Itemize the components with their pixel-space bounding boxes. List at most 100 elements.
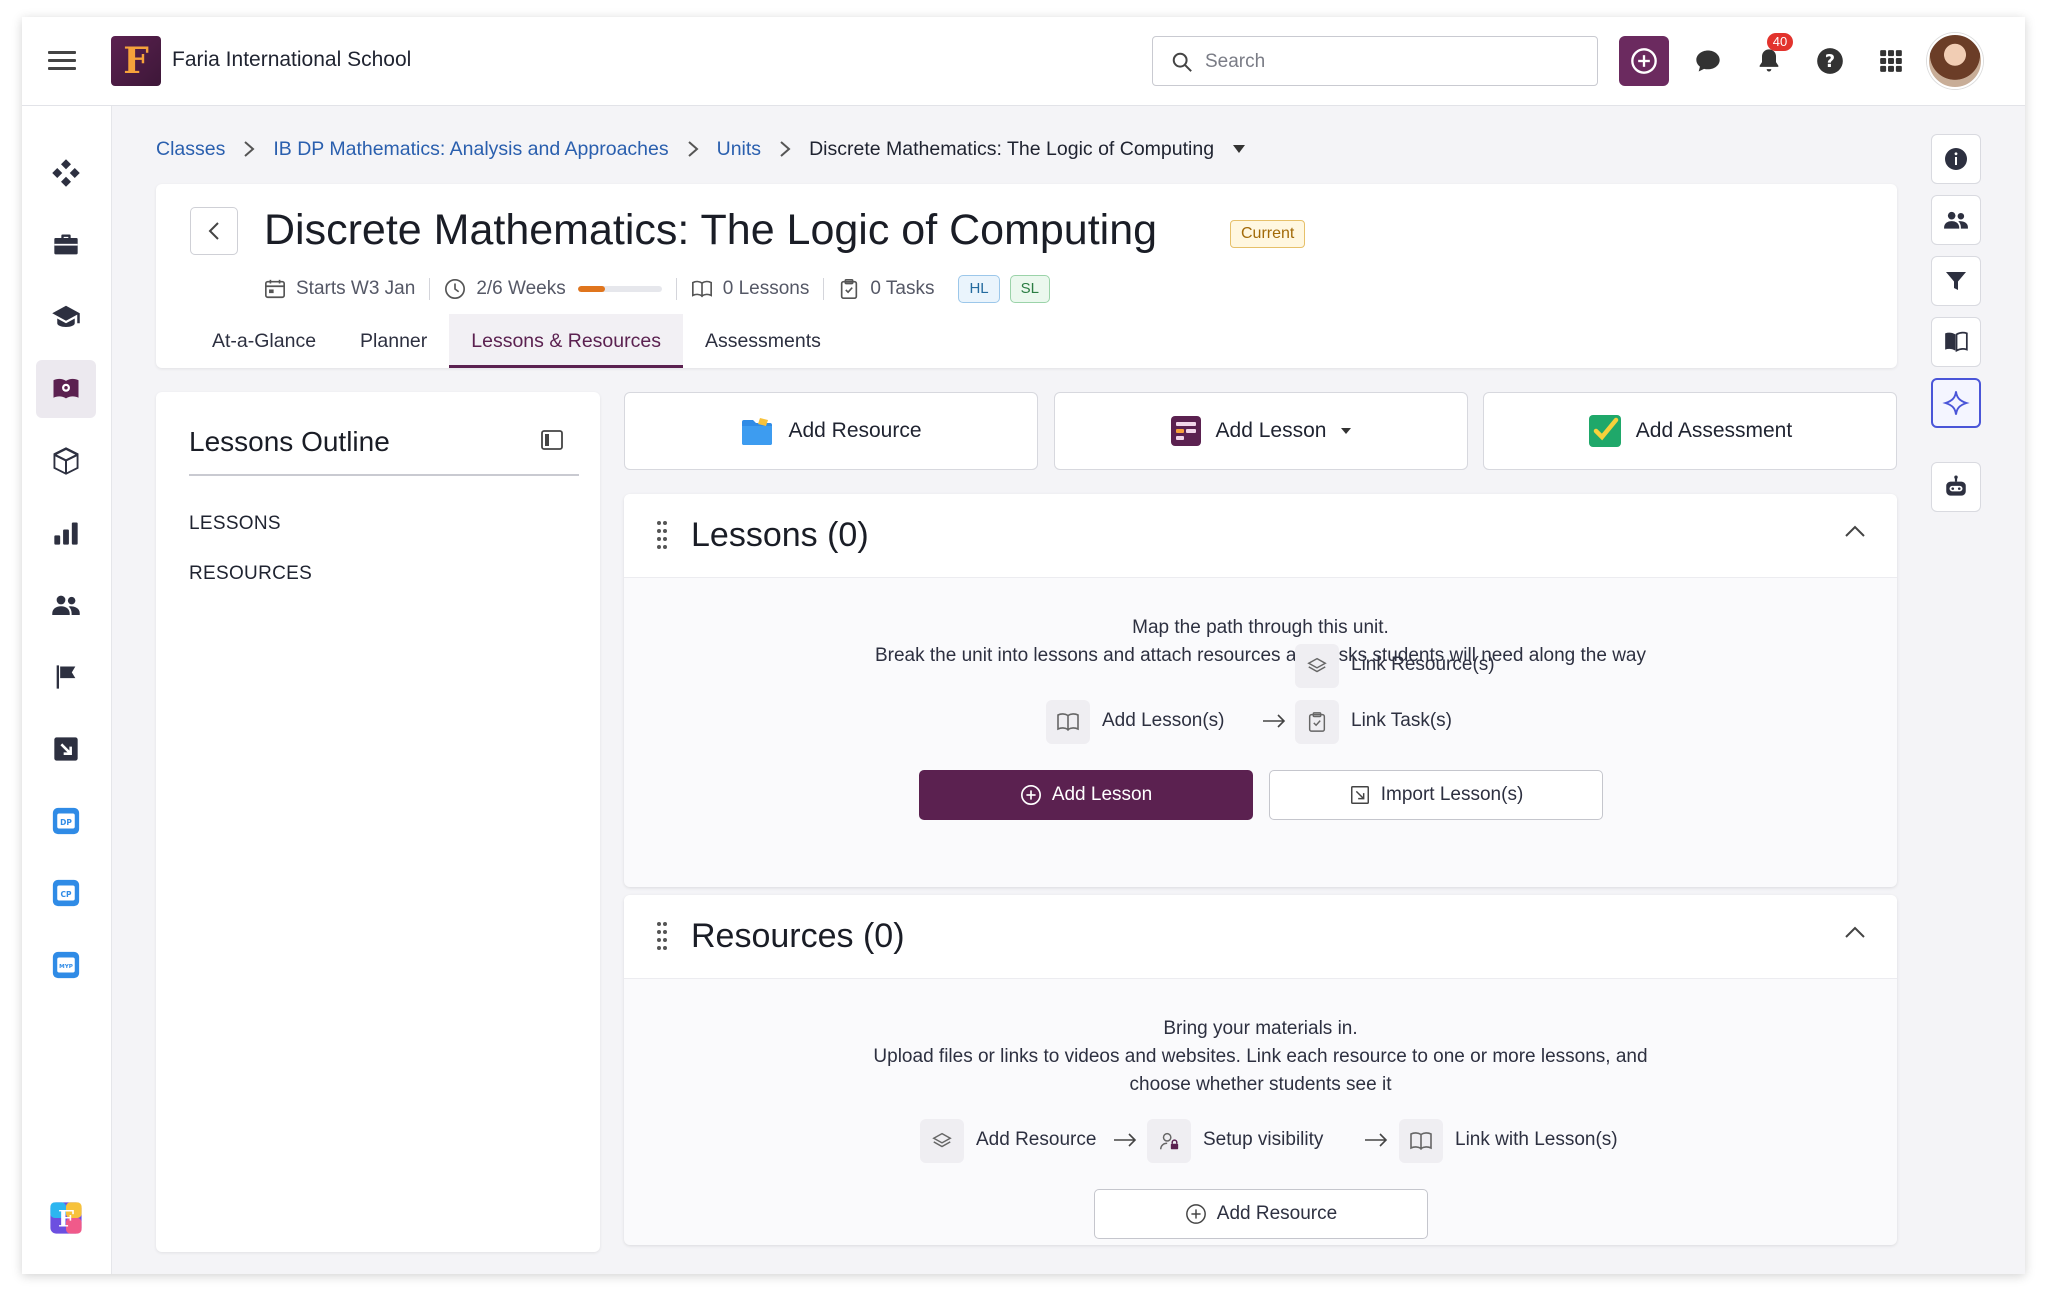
resources-description-line1: Bring your materials in. xyxy=(1163,1018,1358,1039)
caret-down-icon xyxy=(1341,428,1352,434)
book-open-icon xyxy=(1399,1119,1443,1163)
resources-description-line3: choose whether students see it xyxy=(1129,1074,1392,1095)
sidebar-item-faria-apps[interactable]: F xyxy=(36,1189,96,1247)
menu-icon[interactable] xyxy=(48,47,76,75)
sidebar-item-goals[interactable] xyxy=(36,648,96,706)
unit-meta: Starts W3 Jan 2/6 Weeks 0 Lessons 0 Task… xyxy=(264,274,1050,304)
add-circle-icon xyxy=(1631,48,1657,74)
outline-link-resources[interactable]: RESOURCES xyxy=(189,563,312,585)
sidebar-item-people[interactable] xyxy=(36,576,96,634)
collapse-resources-button[interactable] xyxy=(1844,925,1866,944)
lessons-description-line1: Map the path through this unit. xyxy=(1132,617,1389,638)
lessons-description-line2: Break the unit into lessons and attach r… xyxy=(874,645,1646,666)
sidebar-item-curriculum[interactable] xyxy=(36,360,96,418)
add-resource-button[interactable]: Add Resource xyxy=(624,392,1038,470)
resources-section-header: Resources (0) xyxy=(624,895,1897,979)
add-lesson-button[interactable]: Add Lesson xyxy=(919,770,1253,820)
sidebar-item-classes[interactable] xyxy=(36,216,96,274)
flow-add-lessons: Add Lesson(s) xyxy=(1102,710,1225,731)
robot-icon xyxy=(1946,475,1966,496)
search-input[interactable] xyxy=(1205,49,1575,75)
divider xyxy=(675,278,677,300)
search-box[interactable] xyxy=(1152,36,1598,86)
sidebar-item-import[interactable] xyxy=(36,720,96,778)
tasks-count-text: 0 Tasks xyxy=(870,278,935,299)
sidebar-item-analytics[interactable] xyxy=(36,504,96,562)
people-icon xyxy=(52,595,80,615)
messages-button[interactable] xyxy=(1688,41,1728,81)
back-button[interactable] xyxy=(190,207,238,255)
level-tag-hl: HL xyxy=(958,275,1000,303)
user-lock-icon xyxy=(1147,1119,1191,1163)
user-avatar[interactable] xyxy=(1927,33,1983,89)
outline-link-lessons[interactable]: LESSONS xyxy=(189,513,281,535)
apps-grid-icon xyxy=(1880,50,1902,72)
chat-icon xyxy=(1696,50,1720,72)
clipboard-check-icon xyxy=(841,279,858,299)
breadcrumb-units[interactable]: Units xyxy=(717,138,761,161)
help-icon: ? xyxy=(1817,48,1843,74)
clipboard-check-icon xyxy=(1295,700,1339,744)
sidebar-item-dp[interactable]: DP xyxy=(36,792,96,850)
svg-text:F: F xyxy=(58,1207,74,1233)
tab-assessments[interactable]: Assessments xyxy=(683,314,843,368)
weeks: 2/6 Weeks xyxy=(444,278,662,300)
flag-icon xyxy=(56,665,76,689)
add-assessment-button[interactable]: Add Assessment xyxy=(1483,392,1897,470)
school-logo[interactable]: F xyxy=(111,36,161,86)
filter-button[interactable] xyxy=(1931,256,1981,306)
top-bar: F Faria International School 40 ? xyxy=(22,17,2025,106)
resources-section-title: Resources (0) xyxy=(691,917,905,955)
faria-apps-icon: F xyxy=(50,1202,82,1234)
bot-button[interactable] xyxy=(1931,462,1981,512)
collaborators-button[interactable] xyxy=(1931,195,1981,245)
tab-lessons-resources[interactable]: Lessons & Resources xyxy=(449,314,683,368)
sidebar-item-units[interactable] xyxy=(36,432,96,490)
sidebar-toggle-button[interactable] xyxy=(541,430,563,455)
flow-link-tasks: Link Task(s) xyxy=(1351,710,1453,731)
drag-handle-icon[interactable] xyxy=(656,520,668,557)
breadcrumb-classes[interactable]: Classes xyxy=(156,138,225,161)
help-button[interactable]: ? xyxy=(1810,41,1850,81)
chevron-up-icon xyxy=(1845,525,1865,537)
create-button[interactable] xyxy=(1619,36,1669,86)
people-icon xyxy=(1944,211,1968,229)
library-button[interactable] xyxy=(1931,317,1981,367)
tab-at-a-glance[interactable]: At-a-Glance xyxy=(190,314,338,368)
add-resource-section-button-label: Add Resource xyxy=(1216,1203,1338,1224)
sidebar-item-cp[interactable]: CP xyxy=(36,864,96,922)
flow-setup-visibility: Setup visibility xyxy=(1203,1129,1324,1150)
import-lessons-button-label: Import Lesson(s) xyxy=(1380,784,1524,805)
breadcrumb-class[interactable]: IB DP Mathematics: Analysis and Approach… xyxy=(273,138,668,161)
sidebar-item-myp[interactable]: MYP xyxy=(36,936,96,994)
sidebar-item-programs[interactable] xyxy=(36,288,96,346)
info-button[interactable] xyxy=(1931,134,1981,184)
cp-calendar-icon: CP xyxy=(52,879,80,907)
layers-icon xyxy=(1295,644,1339,688)
lessons-section-header: Lessons (0) xyxy=(624,494,1897,578)
add-lesson-button-label: Add Lesson xyxy=(1051,784,1153,805)
notification-badge: 40 xyxy=(1767,33,1793,51)
ai-sparkle-icon xyxy=(1942,391,1970,415)
ai-assistant-button[interactable] xyxy=(1931,378,1981,428)
panel-toggle-icon xyxy=(541,430,563,450)
tab-planner[interactable]: Planner xyxy=(338,314,449,368)
collapse-lessons-button[interactable] xyxy=(1844,524,1866,543)
import-lessons-button[interactable]: Import Lesson(s) xyxy=(1269,770,1603,820)
sidebar-item-dashboard[interactable] xyxy=(36,144,96,202)
drag-handle-icon[interactable] xyxy=(656,921,668,958)
caret-down-icon[interactable] xyxy=(1232,144,1246,154)
cube-icon xyxy=(53,447,79,475)
add-assessment-label: Add Assessment xyxy=(1635,419,1793,442)
layers-icon xyxy=(920,1119,964,1163)
add-lesson-label: Add Lesson xyxy=(1215,419,1327,442)
arrow-right-icon xyxy=(1114,1133,1137,1147)
search-icon xyxy=(1172,52,1192,72)
add-resource-section-button[interactable]: Add Resource xyxy=(1094,1189,1428,1239)
divider xyxy=(429,278,431,300)
add-lesson-dropdown-button[interactable]: Add Lesson xyxy=(1054,392,1468,470)
import-icon xyxy=(54,737,78,761)
start-date: Starts W3 Jan xyxy=(264,278,415,300)
chevron-up-icon xyxy=(1845,926,1865,938)
apps-button[interactable] xyxy=(1871,41,1911,81)
